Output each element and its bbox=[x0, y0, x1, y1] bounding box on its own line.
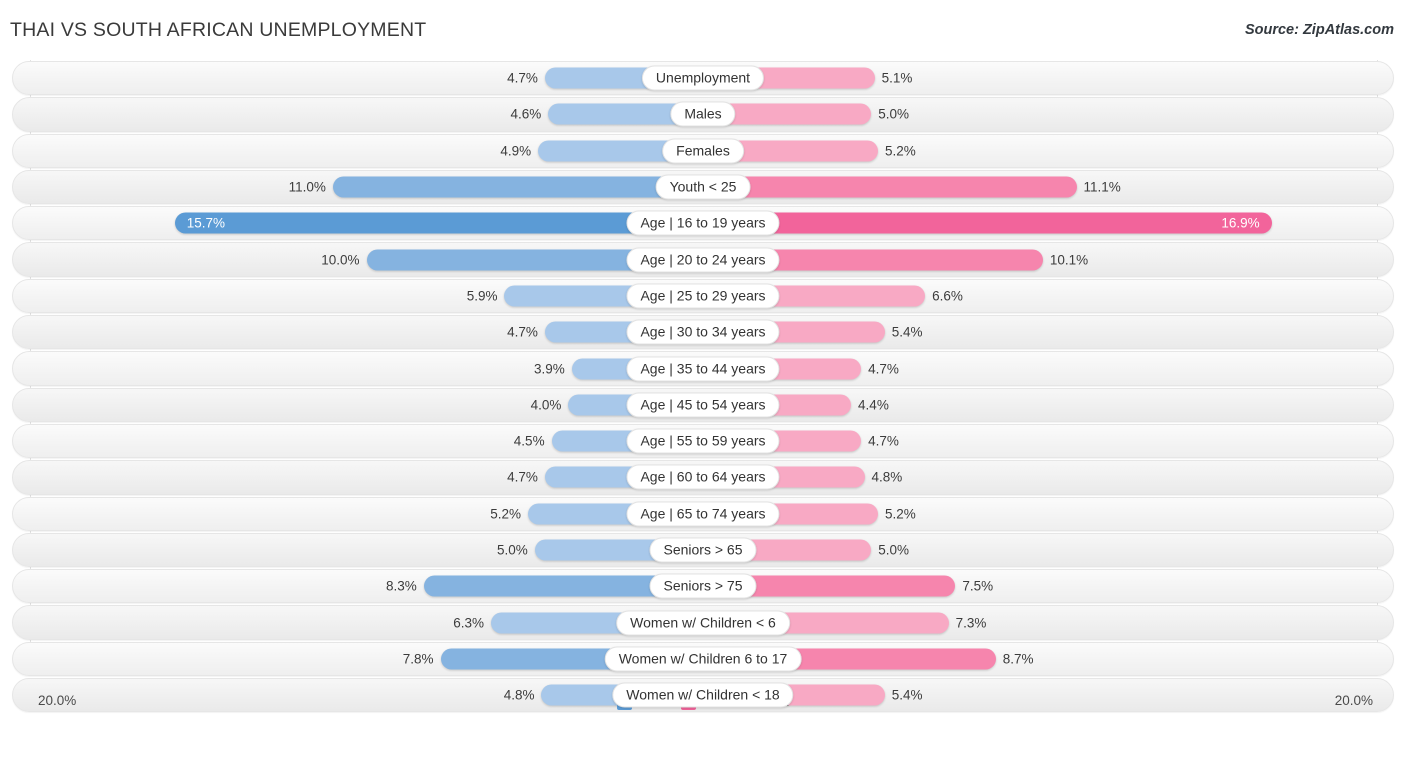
chart-header: THAI VS SOUTH AFRICAN UNEMPLOYMENT Sourc… bbox=[0, 0, 1406, 58]
table-row[interactable]: 4.7% 4.8% Age | 60 to 64 years bbox=[0, 459, 1406, 495]
category-label[interactable]: Age | 30 to 34 years bbox=[626, 319, 780, 345]
chart-plot-area: 4.7% 5.1% Unemployment 4.6% 5.0% Males 4.9% 5.2… bbox=[0, 60, 1406, 720]
value-label-thai: 6.3% bbox=[453, 615, 485, 631]
category-label[interactable]: Age | 16 to 19 years bbox=[626, 210, 780, 236]
value-label-south-african: 5.4% bbox=[891, 324, 923, 340]
value-label-south-african: 7.5% bbox=[962, 578, 994, 594]
value-label-south-african: 10.1% bbox=[1049, 252, 1089, 268]
value-label-south-african: 5.0% bbox=[878, 542, 910, 558]
table-row[interactable]: 15.7% 16.9% Age | 16 to 19 years bbox=[0, 205, 1406, 241]
category-label[interactable]: Age | 20 to 24 years bbox=[626, 247, 780, 273]
category-label[interactable]: Women w/ Children < 6 bbox=[616, 610, 790, 636]
value-label-thai: 4.0% bbox=[530, 397, 562, 413]
value-label-south-african: 5.2% bbox=[884, 506, 916, 522]
value-label-thai: 5.0% bbox=[496, 542, 528, 558]
value-label-south-african: 11.1% bbox=[1083, 179, 1121, 195]
category-label[interactable]: Age | 45 to 54 years bbox=[626, 392, 780, 418]
category-label[interactable]: Males bbox=[670, 101, 736, 127]
value-label-thai: 10.0% bbox=[321, 252, 360, 268]
value-label-thai: 15.7% bbox=[186, 215, 225, 231]
value-label-south-african: 4.7% bbox=[868, 433, 899, 449]
value-label-thai: 7.8% bbox=[402, 651, 434, 667]
bar-rows-container: 4.7% 5.1% Unemployment 4.6% 5.0% Males 4.9% 5.2… bbox=[0, 60, 1406, 713]
value-label-thai: 8.3% bbox=[385, 578, 417, 594]
category-label[interactable]: Youth < 25 bbox=[655, 174, 751, 200]
category-label[interactable]: Women w/ Children 6 to 17 bbox=[604, 646, 802, 672]
table-row[interactable]: 7.8% 8.7% Women w/ Children 6 to 17 bbox=[0, 641, 1406, 677]
bar-thai[interactable] bbox=[174, 212, 703, 234]
value-label-thai: 4.7% bbox=[507, 469, 538, 485]
value-label-south-african: 5.1% bbox=[881, 70, 913, 86]
table-row[interactable]: 5.2% 5.2% Age | 65 to 74 years bbox=[0, 496, 1406, 532]
value-label-south-african: 6.6% bbox=[932, 288, 963, 304]
value-label-thai: 4.7% bbox=[507, 324, 538, 340]
table-row[interactable]: 10.0% 10.1% Age | 20 to 24 years bbox=[0, 241, 1406, 277]
category-label[interactable]: Age | 25 to 29 years bbox=[626, 283, 780, 309]
table-row[interactable]: 5.9% 6.6% Age | 25 to 29 years bbox=[0, 278, 1406, 314]
table-row[interactable]: 4.5% 4.7% Age | 55 to 59 years bbox=[0, 423, 1406, 459]
table-row[interactable]: 5.0% 5.0% Seniors > 65 bbox=[0, 532, 1406, 568]
value-label-south-african: 4.7% bbox=[868, 361, 899, 377]
category-label[interactable]: Age | 60 to 64 years bbox=[626, 464, 780, 490]
value-label-south-african: 5.2% bbox=[884, 143, 916, 159]
category-label[interactable]: Unemployment bbox=[641, 65, 765, 91]
value-label-south-african: 4.8% bbox=[871, 469, 903, 485]
category-label[interactable]: Seniors > 75 bbox=[649, 573, 757, 599]
source-attribution: Source: ZipAtlas.com bbox=[1244, 22, 1394, 38]
category-label[interactable]: Age | 55 to 59 years bbox=[626, 428, 780, 454]
table-row[interactable]: 11.0% 11.1% Youth < 25 bbox=[0, 169, 1406, 205]
table-row[interactable]: 8.3% 7.5% Seniors > 75 bbox=[0, 568, 1406, 604]
table-row[interactable]: 6.3% 7.3% Women w/ Children < 6 bbox=[0, 604, 1406, 640]
page-title: THAI VS SOUTH AFRICAN UNEMPLOYMENT bbox=[10, 19, 427, 41]
value-label-thai: 4.6% bbox=[510, 106, 542, 122]
value-label-thai: 3.9% bbox=[533, 361, 565, 377]
table-row[interactable]: 4.7% 5.1% Unemployment bbox=[0, 60, 1406, 96]
bar-south-african[interactable] bbox=[703, 212, 1272, 234]
value-label-south-african: 7.3% bbox=[955, 615, 987, 631]
value-label-thai: 5.2% bbox=[490, 506, 522, 522]
value-label-thai: 11.0% bbox=[288, 179, 326, 195]
category-label[interactable]: Females bbox=[662, 138, 744, 164]
table-row[interactable]: 4.6% 5.0% Males bbox=[0, 96, 1406, 132]
table-row[interactable]: 4.0% 4.4% Age | 45 to 54 years bbox=[0, 387, 1406, 423]
table-row[interactable]: 4.9% 5.2% Females bbox=[0, 133, 1406, 169]
bar-south-african[interactable] bbox=[703, 176, 1077, 198]
table-row[interactable]: 3.9% 4.7% Age | 35 to 44 years bbox=[0, 350, 1406, 386]
table-row[interactable]: 4.7% 5.4% Age | 30 to 34 years bbox=[0, 314, 1406, 350]
category-label[interactable]: Age | 35 to 44 years bbox=[626, 356, 780, 382]
value-label-thai: 4.7% bbox=[507, 70, 538, 86]
category-label[interactable]: Seniors > 65 bbox=[649, 537, 757, 563]
value-label-south-african: 16.9% bbox=[1221, 215, 1260, 231]
category-label[interactable]: Women w/ Children < 18 bbox=[612, 682, 794, 708]
value-label-south-african: 8.7% bbox=[1002, 651, 1034, 667]
category-label[interactable]: Age | 65 to 74 years bbox=[626, 501, 780, 527]
value-label-south-african: 5.0% bbox=[878, 106, 910, 122]
value-label-thai: 4.5% bbox=[513, 433, 545, 449]
value-label-south-african: 4.4% bbox=[858, 397, 889, 413]
value-label-thai: 5.9% bbox=[466, 288, 498, 304]
chart-page: THAI VS SOUTH AFRICAN UNEMPLOYMENT Sourc… bbox=[0, 0, 1406, 757]
value-label-thai: 4.9% bbox=[500, 143, 532, 159]
bar-thai[interactable] bbox=[332, 176, 703, 198]
